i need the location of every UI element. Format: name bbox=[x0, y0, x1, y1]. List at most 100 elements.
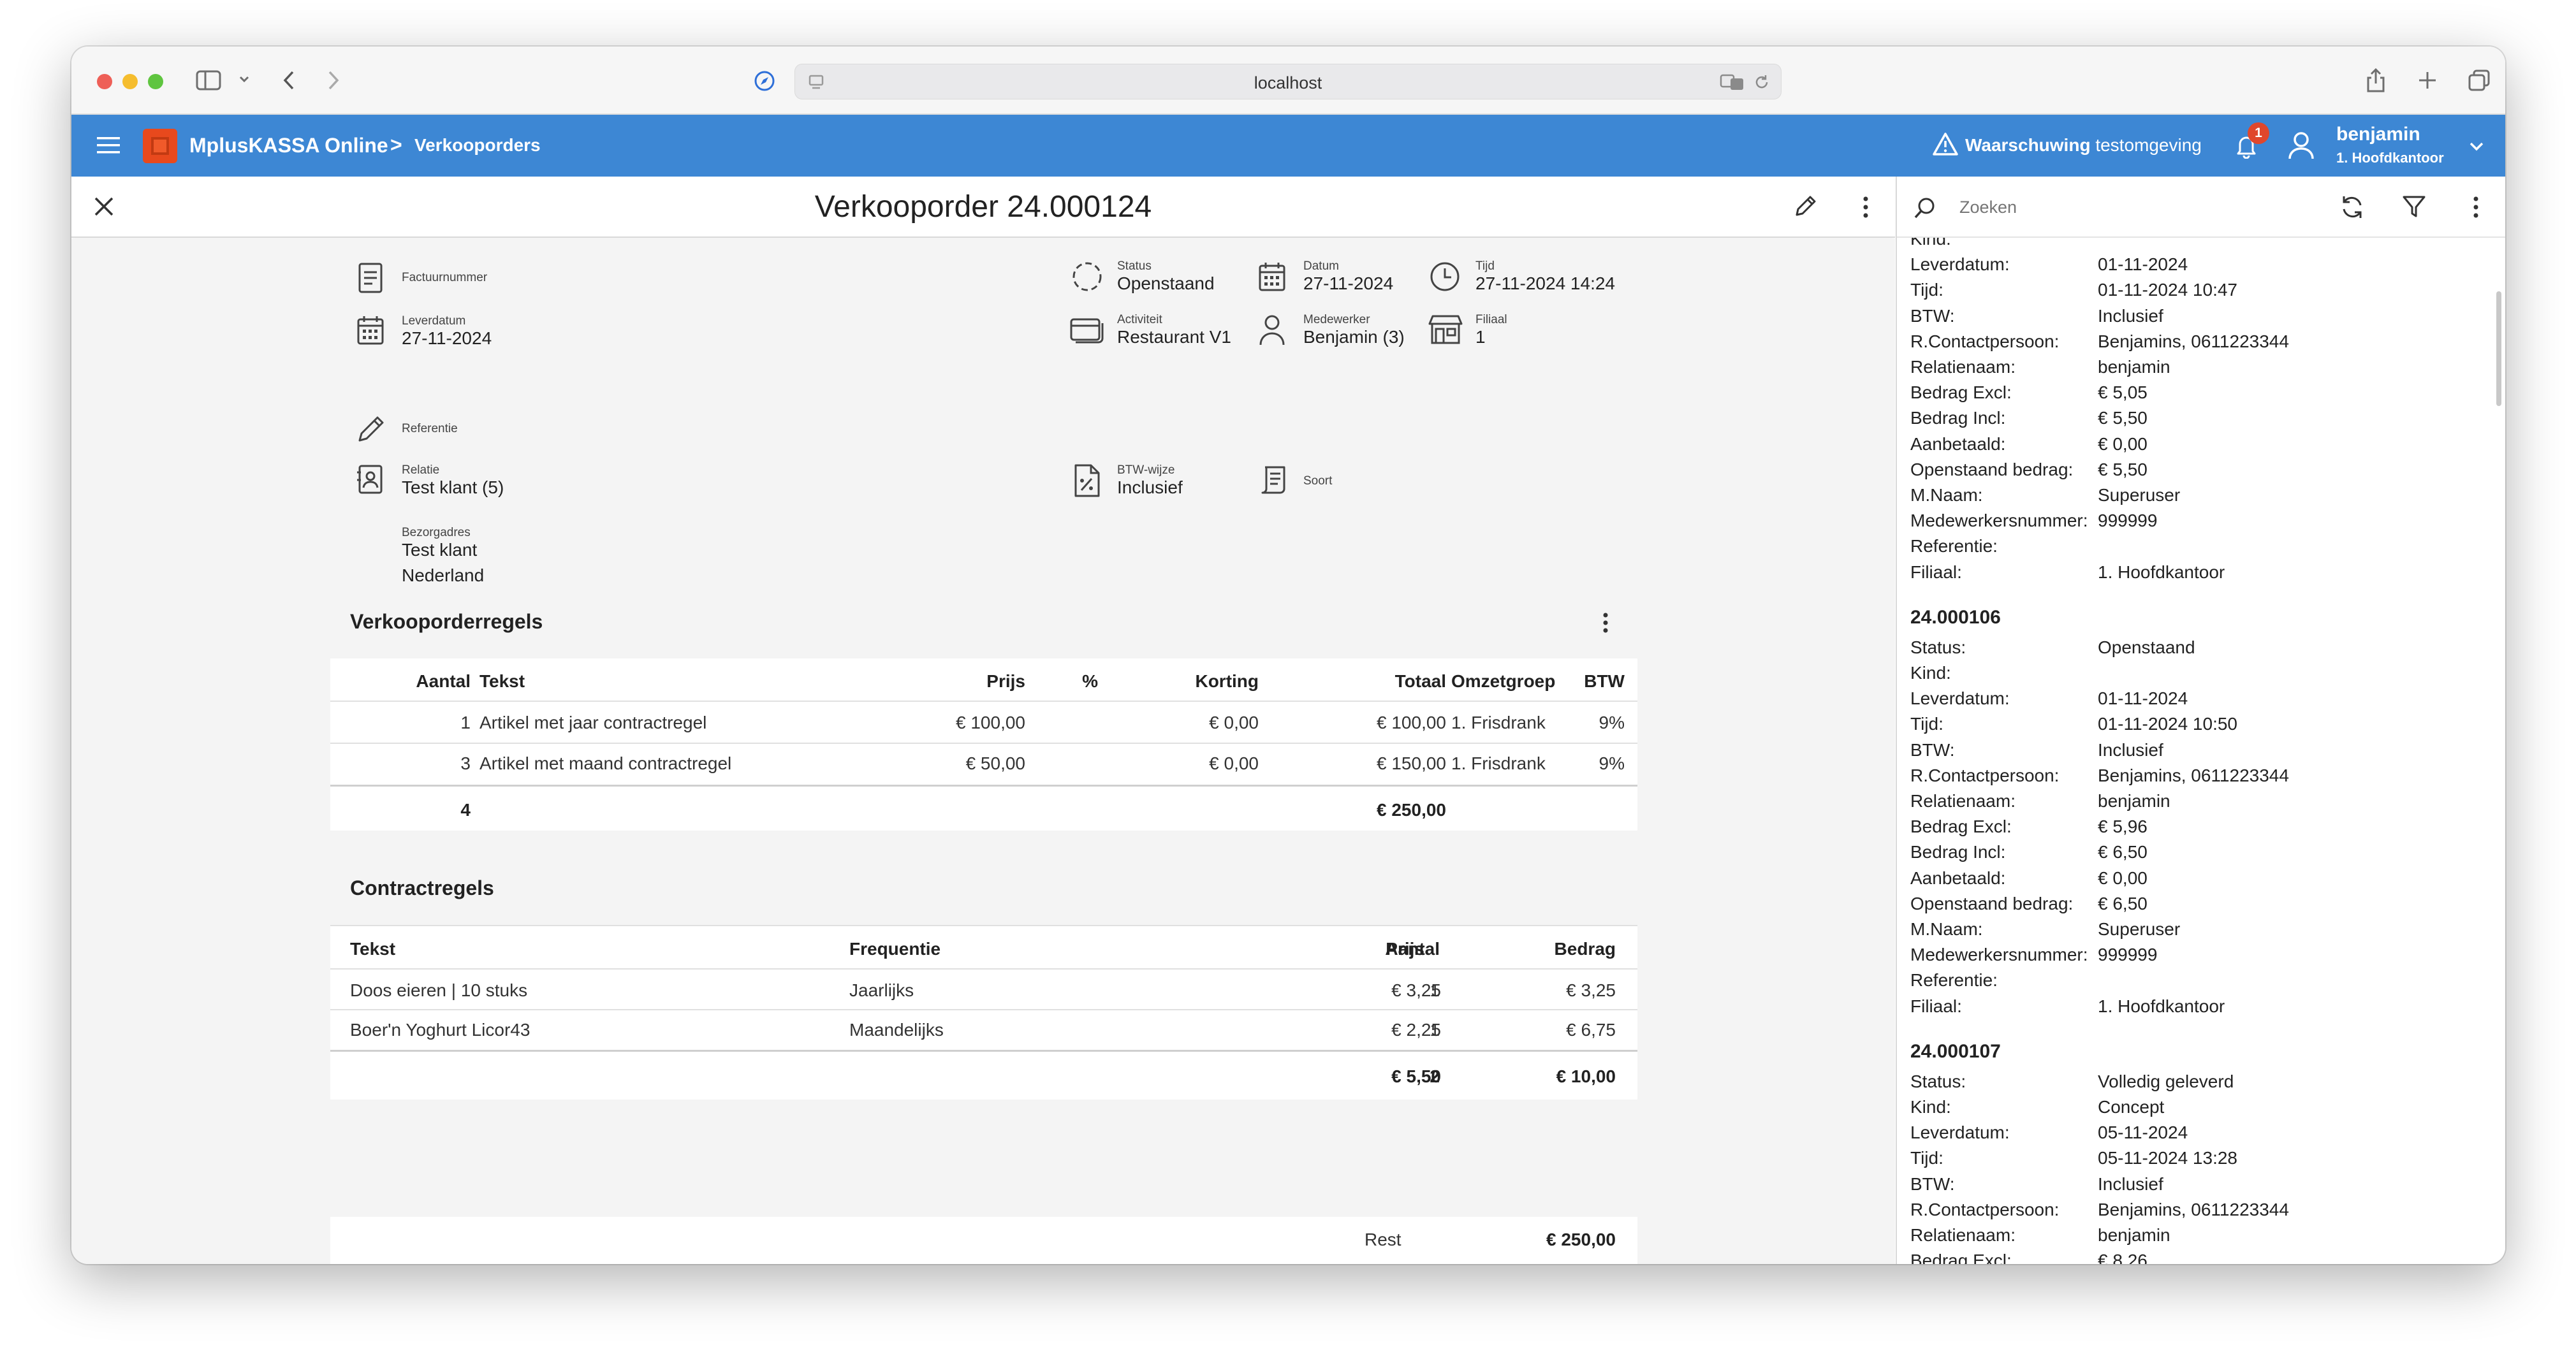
warning-icon bbox=[1932, 132, 1959, 156]
field-label: M.Naam: bbox=[1910, 485, 1983, 505]
table-row[interactable]: 3 Artikel met maand contractregel € 50,0… bbox=[330, 744, 1637, 785]
translate-icon[interactable] bbox=[1720, 73, 1745, 91]
row-frequentie: Jaarlijks bbox=[849, 980, 914, 1000]
status-value: Openstaand bbox=[1117, 273, 1215, 293]
table-row[interactable]: Doos eieren | 10 stuks Jaarlijks 1 € 3,2… bbox=[330, 970, 1637, 1009]
field-label: Tijd: bbox=[1910, 714, 1943, 734]
more-options-icon[interactable] bbox=[2472, 194, 2480, 220]
menu-icon[interactable] bbox=[97, 136, 120, 155]
user-branch[interactable]: 1. Hoofdkantoor bbox=[2336, 150, 2444, 166]
field-label: Filiaal: bbox=[1910, 996, 1962, 1016]
user-menu-chevron-icon[interactable] bbox=[2469, 142, 2484, 152]
bezorgadres-label: Bezorgadres bbox=[402, 526, 471, 539]
row-bedrag: € 6,75 bbox=[1566, 1020, 1616, 1040]
invoice-icon bbox=[356, 262, 385, 294]
table-row[interactable]: 1 Artikel met jaar contractregel € 100,0… bbox=[330, 702, 1637, 743]
field-value: € 6,50 bbox=[2098, 842, 2148, 862]
edit-icon[interactable] bbox=[1793, 193, 1819, 219]
activity-icon bbox=[1069, 314, 1105, 346]
field-value: € 0,00 bbox=[2098, 868, 2148, 888]
order-number[interactable]: 24.000107 bbox=[1910, 1041, 2001, 1063]
share-icon[interactable] bbox=[2365, 67, 2387, 94]
field-value: Benjamins, 0611223344 bbox=[2098, 1199, 2289, 1219]
zoom-window-button[interactable] bbox=[148, 74, 163, 89]
breadcrumb-verkooporders[interactable]: Verkooporders bbox=[414, 135, 541, 156]
col-tekst: Tekst bbox=[479, 671, 525, 691]
user-icon[interactable] bbox=[2287, 131, 2315, 160]
row-aantal: 1 bbox=[460, 713, 471, 732]
soort-label: Soort bbox=[1303, 474, 1333, 488]
col-bedrag: Bedrag bbox=[1554, 939, 1616, 959]
detail-header: Verkooporder 24.000124 bbox=[71, 177, 1895, 238]
back-icon[interactable] bbox=[282, 69, 296, 91]
safari-compass-icon[interactable] bbox=[754, 70, 775, 92]
more-options-icon[interactable] bbox=[1602, 610, 1609, 636]
row-prijs: € 100,00 bbox=[956, 713, 1025, 732]
status-label: Status bbox=[1117, 259, 1152, 273]
calendar-icon bbox=[1257, 261, 1287, 293]
brand-name[interactable]: MplusKASSA Online bbox=[189, 134, 388, 157]
row-prijs: € 50,00 bbox=[965, 753, 1025, 773]
row-btw: 9% bbox=[1599, 713, 1625, 732]
search-input[interactable] bbox=[1959, 192, 2291, 222]
orderlines-title: Verkooporderregels bbox=[350, 610, 543, 633]
search-icon[interactable] bbox=[1914, 196, 1938, 220]
forward-icon[interactable] bbox=[326, 69, 340, 91]
referentie-label: Referentie bbox=[402, 422, 458, 435]
tab-overview-icon[interactable] bbox=[2468, 69, 2491, 92]
field-value: 1. Hoofdkantoor bbox=[2098, 562, 2225, 582]
field-value: € 5,50 bbox=[2098, 459, 2148, 479]
field-label: M.Naam: bbox=[1910, 919, 1983, 939]
field-label: Leverdatum: bbox=[1910, 688, 2010, 709]
field-label: Kind: bbox=[1910, 238, 1951, 249]
refresh-icon[interactable] bbox=[2339, 194, 2365, 220]
leverdatum-value: 27-11-2024 bbox=[402, 328, 492, 348]
more-options-icon[interactable] bbox=[1862, 194, 1870, 220]
field-value: Benjamins, 0611223344 bbox=[2098, 331, 2289, 351]
chevron-down-icon[interactable] bbox=[238, 75, 250, 84]
clock-icon bbox=[1428, 260, 1461, 293]
scrollbar-thumb[interactable] bbox=[2496, 291, 2501, 406]
close-window-button[interactable] bbox=[97, 74, 112, 89]
col-korting: Korting bbox=[1195, 671, 1259, 691]
filter-icon[interactable] bbox=[2402, 194, 2426, 220]
order-number[interactable]: 24.000106 bbox=[1910, 607, 2001, 629]
datum-label: Datum bbox=[1303, 259, 1339, 273]
filiaal-value: 1 bbox=[1475, 327, 1486, 347]
field-value: 01-11-2024 10:50 bbox=[2098, 714, 2237, 734]
field-value: Inclusief bbox=[2098, 305, 2163, 326]
field-label: Openstaand bedrag: bbox=[1910, 459, 2074, 479]
url-text: localhost bbox=[1254, 73, 1322, 92]
address-bar[interactable]: localhost bbox=[794, 64, 1782, 99]
field-label: Medewerkersnummer: bbox=[1910, 511, 2088, 531]
relatie-value[interactable]: Test klant (5) bbox=[402, 477, 504, 498]
field-value: Volledig geleverd bbox=[2098, 1071, 2234, 1091]
bezorgadres-line2: Nederland bbox=[402, 565, 485, 585]
field-label: Relatienaam: bbox=[1910, 1225, 2016, 1245]
reload-icon[interactable] bbox=[1753, 73, 1771, 91]
col-frequentie: Frequentie bbox=[849, 939, 941, 959]
new-tab-icon[interactable] bbox=[2418, 71, 2437, 90]
field-label: Bedrag Incl: bbox=[1910, 842, 2006, 862]
minimize-window-button[interactable] bbox=[122, 74, 138, 89]
datum-value: 27-11-2024 bbox=[1303, 273, 1394, 293]
contractlines-table: Tekst Frequentie Aantal Prijs Bedrag Doo… bbox=[330, 925, 1637, 1100]
store-icon bbox=[1427, 314, 1464, 345]
user-name[interactable]: benjamin bbox=[2336, 124, 2420, 145]
activiteit-value: Restaurant V1 bbox=[1117, 327, 1231, 347]
field-label: Leverdatum: bbox=[1910, 1123, 2010, 1143]
table-row[interactable]: Boer'n Yoghurt Licor43 Maandelijks 1 € 2… bbox=[330, 1010, 1637, 1050]
page-title: Verkooporder 24.000124 bbox=[814, 190, 1152, 224]
field-value: 01-11-2024 bbox=[2098, 254, 2188, 275]
field-value: € 5,96 bbox=[2098, 817, 2148, 837]
order-detail: Factuurnummer Leverdatum 27-11-2024 Refe… bbox=[71, 239, 1895, 1264]
brand-logo[interactable] bbox=[143, 129, 177, 163]
field-value: benjamin bbox=[2098, 1225, 2170, 1245]
row-tekst: Artikel met maand contractregel bbox=[479, 753, 732, 773]
col-aantal: Aantal bbox=[416, 671, 471, 691]
activiteit-label: Activiteit bbox=[1117, 313, 1162, 326]
sidebar-toggle-icon[interactable] bbox=[196, 69, 221, 91]
field-label: Referentie: bbox=[1910, 536, 1998, 556]
total-bedrag: € 10,00 bbox=[1556, 1066, 1616, 1086]
filiaal-label: Filiaal bbox=[1475, 313, 1507, 326]
